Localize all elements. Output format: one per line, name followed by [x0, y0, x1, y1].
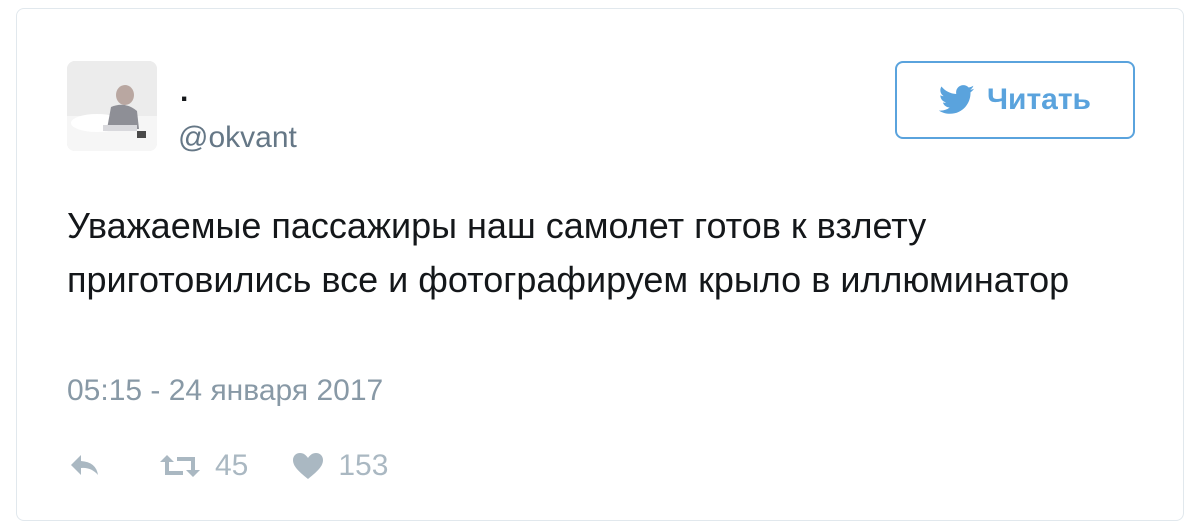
retweet-count: 45	[215, 449, 249, 482]
tweet-card: . @okvant Читать Уважаемые пассажиры наш…	[16, 8, 1184, 521]
reply-button[interactable]	[69, 453, 105, 479]
like-button[interactable]: 153	[292, 449, 388, 483]
tweet-text: Уважаемые пассажиры наш самолет готов к …	[67, 205, 1070, 300]
follow-button[interactable]: Читать	[895, 61, 1135, 139]
twitter-bird-icon	[938, 85, 975, 114]
display-name[interactable]: .	[180, 77, 188, 107]
retweet-icon	[160, 455, 200, 477]
avatar-photo	[67, 61, 157, 151]
retweet-button[interactable]: 45	[159, 449, 248, 483]
tweet-timestamp[interactable]: 05:15 - 24 января 2017	[67, 371, 383, 411]
heart-icon	[293, 453, 324, 479]
like-count: 153	[338, 449, 389, 482]
avatar[interactable]	[67, 61, 157, 151]
follow-button-label: Читать	[986, 83, 1092, 116]
reply-icon	[71, 455, 98, 475]
user-handle[interactable]: @okvant	[178, 120, 297, 156]
tweet-actions: 45 153	[69, 446, 388, 486]
